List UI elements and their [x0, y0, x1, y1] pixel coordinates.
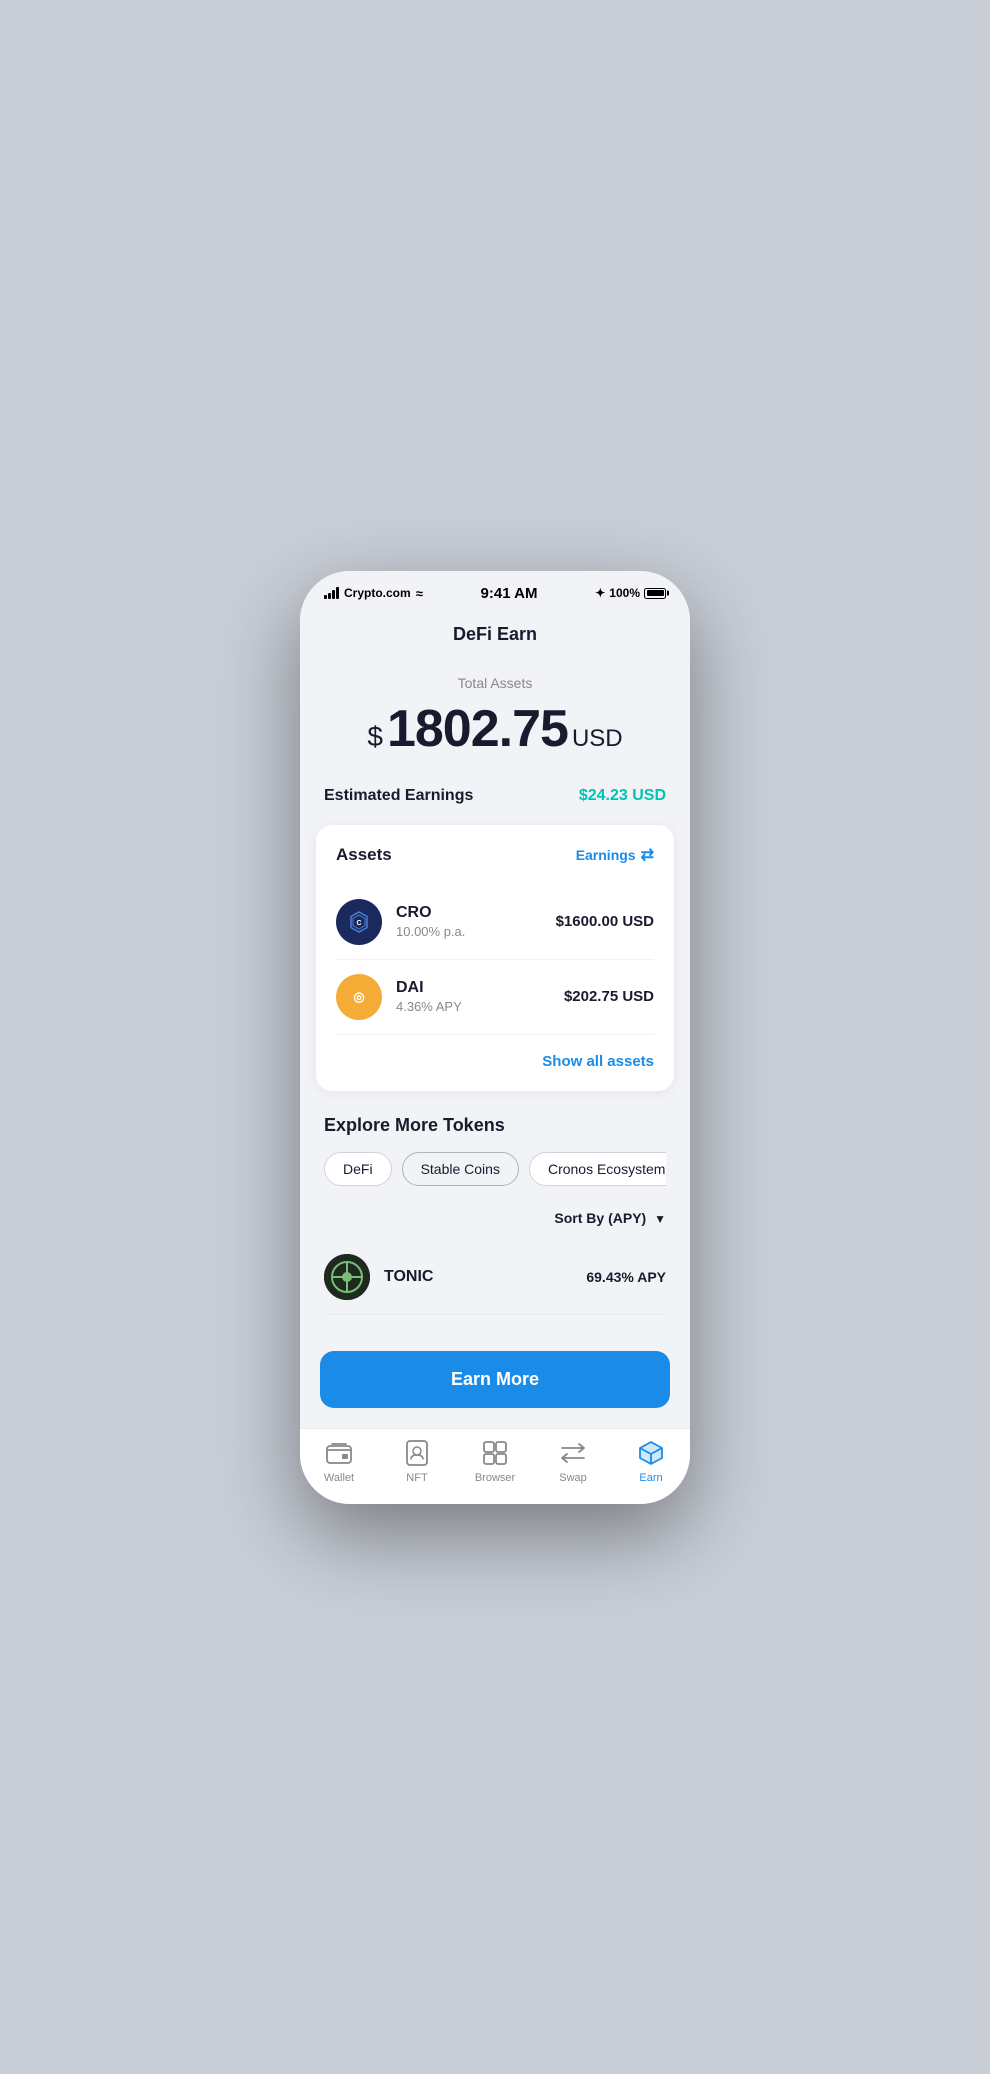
battery-percent: 100% [609, 586, 640, 600]
signal-bars-icon [324, 587, 339, 599]
filter-tab-defi[interactable]: DeFi [324, 1152, 392, 1186]
swap-nav-label: Swap [559, 1472, 587, 1484]
sort-row: Sort By (APY) ▼ [324, 1210, 666, 1226]
cro-icon: C [336, 899, 382, 945]
sort-button[interactable]: Sort By (APY) ▼ [554, 1210, 666, 1226]
nft-nav-icon [403, 1439, 431, 1467]
dai-icon: ◎ [336, 974, 382, 1020]
swap-arrows-icon: ⇄ [641, 845, 654, 865]
bottom-nav: Wallet NFT Browse [300, 1428, 690, 1504]
show-all-assets-container: Show all assets [336, 1049, 654, 1071]
filter-tab-cronos[interactable]: Cronos Ecosystem [529, 1152, 666, 1186]
tonic-info: TONIC [384, 1268, 586, 1286]
explore-title: Explore More Tokens [324, 1115, 666, 1136]
carrier-label: Crypto.com [344, 586, 411, 600]
tonic-icon [324, 1254, 370, 1300]
page-title: DeFi Earn [300, 608, 690, 665]
total-assets-value: $ 1802.75 USD [324, 699, 666, 759]
svg-text:◎: ◎ [353, 989, 364, 1004]
sort-label-text: Sort By (APY) [554, 1210, 646, 1226]
svg-text:C: C [356, 920, 361, 927]
browser-nav-icon [481, 1439, 509, 1467]
show-all-assets-link[interactable]: Show all assets [542, 1053, 654, 1070]
earnings-toggle-button[interactable]: Earnings ⇄ [576, 845, 654, 865]
earnings-toggle-label: Earnings [576, 847, 636, 863]
bluetooth-icon: ✦ [595, 586, 605, 600]
nav-item-earn[interactable]: Earn [612, 1439, 690, 1484]
dai-rate: 4.36% APY [396, 999, 564, 1014]
filter-tab-stablecoins[interactable]: Stable Coins [402, 1152, 519, 1186]
nav-item-wallet[interactable]: Wallet [300, 1439, 378, 1484]
total-currency: USD [572, 725, 623, 753]
earn-more-section: Earn More [300, 1335, 690, 1428]
asset-row-dai[interactable]: ◎ DAI 4.36% APY $202.75 USD [336, 960, 654, 1035]
swap-nav-icon [559, 1439, 587, 1467]
asset-row-cro[interactable]: C CRO 10.00% p.a. $1600.00 USD [336, 885, 654, 960]
total-assets-section: Total Assets $ 1802.75 USD [300, 665, 690, 787]
assets-card: Assets Earnings ⇄ C CRO 10.00% p. [316, 825, 674, 1091]
status-time: 9:41 AM [481, 585, 538, 602]
estimated-earnings-value: $24.23 USD [579, 787, 666, 805]
total-assets-label: Total Assets [324, 675, 666, 691]
dai-value: $202.75 USD [564, 988, 654, 1005]
wallet-nav-icon [325, 1439, 353, 1467]
dai-info: DAI 4.36% APY [396, 979, 564, 1014]
token-row-tonic[interactable]: TONIC 69.43% APY [324, 1240, 666, 1315]
wifi-icon: ≈ [416, 586, 423, 601]
wallet-nav-label: Wallet [324, 1472, 354, 1484]
earn-more-button[interactable]: Earn More [320, 1351, 670, 1408]
cro-name: CRO [396, 904, 556, 922]
earn-nav-icon [637, 1439, 665, 1467]
cro-rate: 10.00% p.a. [396, 924, 556, 939]
nav-item-nft[interactable]: NFT [378, 1439, 456, 1484]
assets-card-title: Assets [336, 845, 392, 865]
total-amount: 1802.75 [387, 699, 568, 759]
estimated-earnings-label: Estimated Earnings [324, 787, 473, 805]
cro-info: CRO 10.00% p.a. [396, 904, 556, 939]
cro-value: $1600.00 USD [556, 913, 654, 930]
filter-tabs: DeFi Stable Coins Cronos Ecosystem DE [324, 1152, 666, 1190]
browser-nav-label: Browser [475, 1472, 515, 1484]
phone-frame: Crypto.com ≈ 9:41 AM ✦ 100% DeFi Earn To… [300, 571, 690, 1504]
status-left: Crypto.com ≈ [324, 586, 423, 601]
scroll-content: DeFi Earn Total Assets $ 1802.75 USD Est… [300, 608, 690, 1428]
estimated-earnings-row: Estimated Earnings $24.23 USD [300, 787, 690, 825]
earn-nav-label: Earn [639, 1472, 662, 1484]
status-right: ✦ 100% [595, 586, 666, 600]
dai-name: DAI [396, 979, 564, 997]
status-bar: Crypto.com ≈ 9:41 AM ✦ 100% [300, 571, 690, 608]
assets-card-header: Assets Earnings ⇄ [336, 845, 654, 865]
tonic-apy: 69.43% APY [586, 1269, 666, 1285]
explore-section: Explore More Tokens DeFi Stable Coins Cr… [300, 1115, 690, 1335]
sort-arrow-icon: ▼ [654, 1212, 666, 1226]
dollar-sign: $ [367, 721, 383, 753]
tonic-name: TONIC [384, 1268, 586, 1286]
battery-icon [644, 588, 666, 599]
nft-nav-label: NFT [406, 1472, 427, 1484]
nav-item-swap[interactable]: Swap [534, 1439, 612, 1484]
nav-item-browser[interactable]: Browser [456, 1439, 534, 1484]
